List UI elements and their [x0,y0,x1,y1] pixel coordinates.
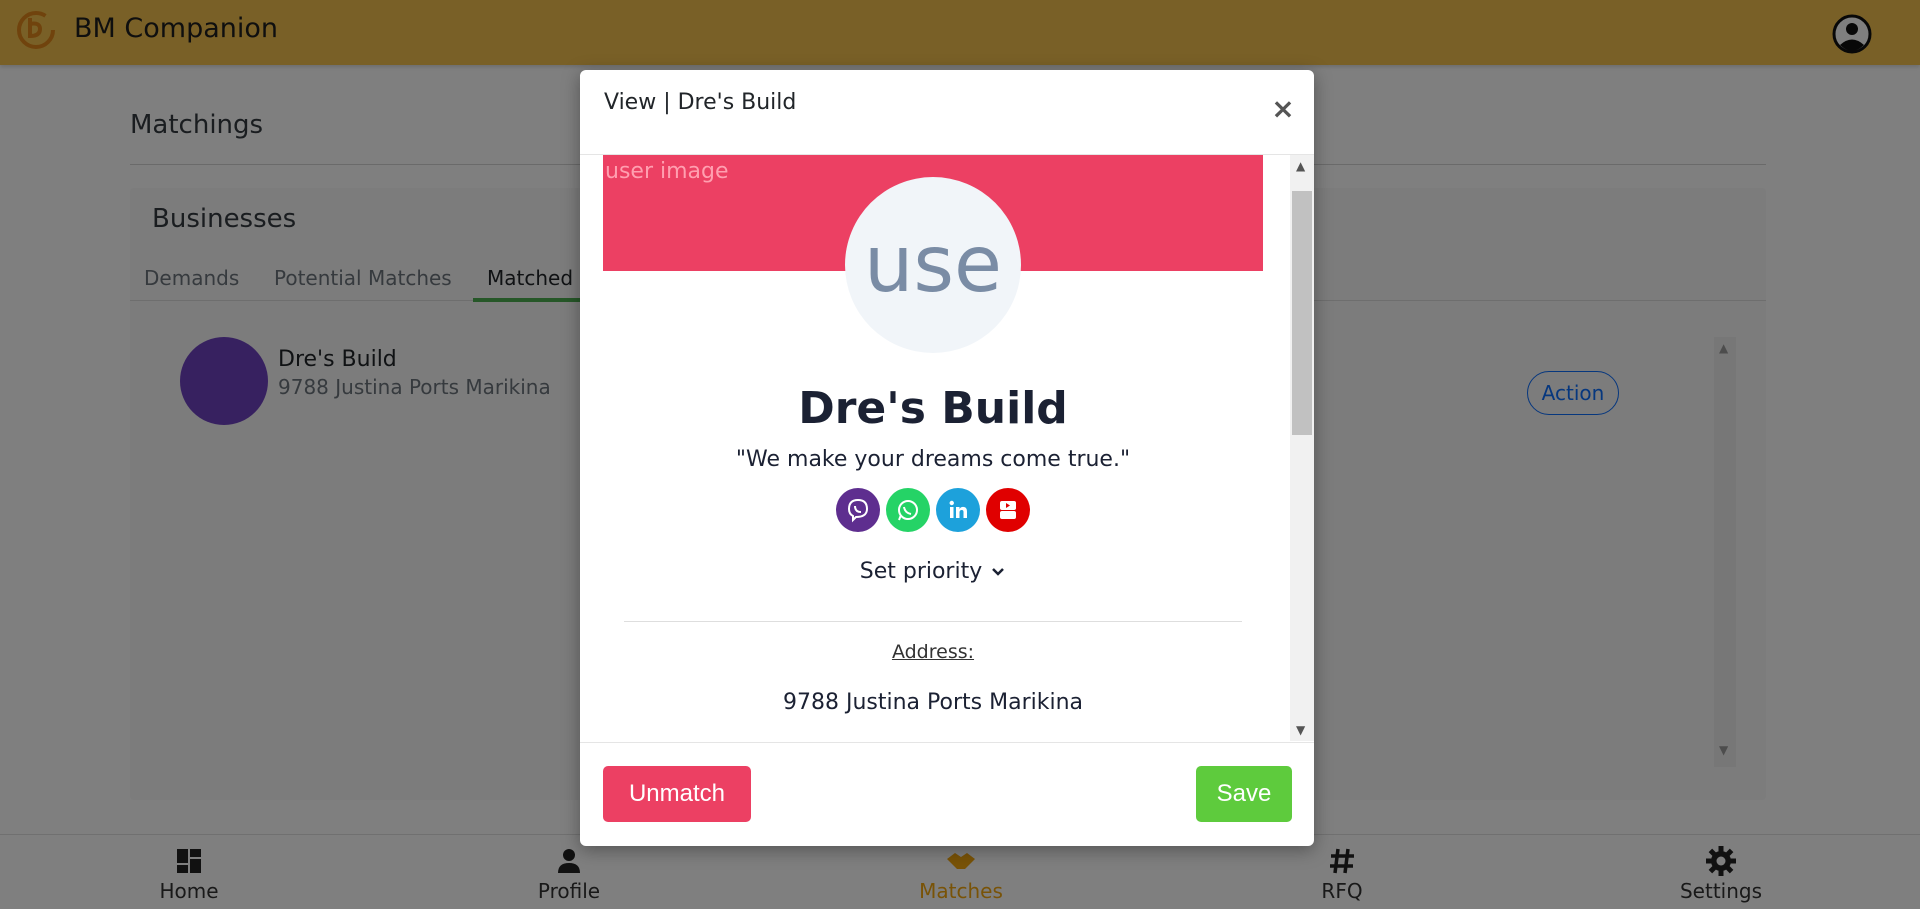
scroll-up-icon[interactable]: ▲ [1296,159,1305,173]
viber-icon[interactable] [836,488,880,532]
linkedin-icon[interactable] [936,488,980,532]
scroll-thumb[interactable] [1292,191,1312,435]
business-tagline: "We make your dreams come true." [735,447,1131,472]
address-label: Address: [891,641,975,663]
profile-image-alt: use [863,220,1003,310]
save-button[interactable]: Save [1196,766,1292,822]
profile-image: use [845,177,1021,353]
close-icon[interactable]: × [1268,94,1298,124]
social-links [836,488,1036,532]
modal-title: View | Dre's Build [604,90,797,115]
modal-body: user image use Dre's Build "We make your… [580,155,1314,741]
set-priority-dropdown[interactable]: Set priority [580,559,1286,584]
view-business-modal: View | Dre's Build × user image use Dre'… [580,70,1314,846]
chevron-down-icon [992,568,1005,576]
modal-scrollbar[interactable]: ▲ ▼ [1290,155,1314,741]
address-value: 9788 Justina Ports Marikina [783,690,1083,715]
youtube-icon[interactable] [986,488,1030,532]
scroll-down-icon[interactable]: ▼ [1296,723,1305,737]
divider [624,621,1242,622]
broken-image-icon: user image [605,159,729,184]
priority-label: Set priority [859,559,983,584]
modal-header: View | Dre's Build × [580,70,1314,155]
image-alt-text: user image [605,159,729,184]
modal-footer: Unmatch Save [580,742,1314,847]
business-name: Dre's Build [798,383,1068,434]
whatsapp-icon[interactable] [886,488,930,532]
unmatch-button[interactable]: Unmatch [603,766,751,822]
